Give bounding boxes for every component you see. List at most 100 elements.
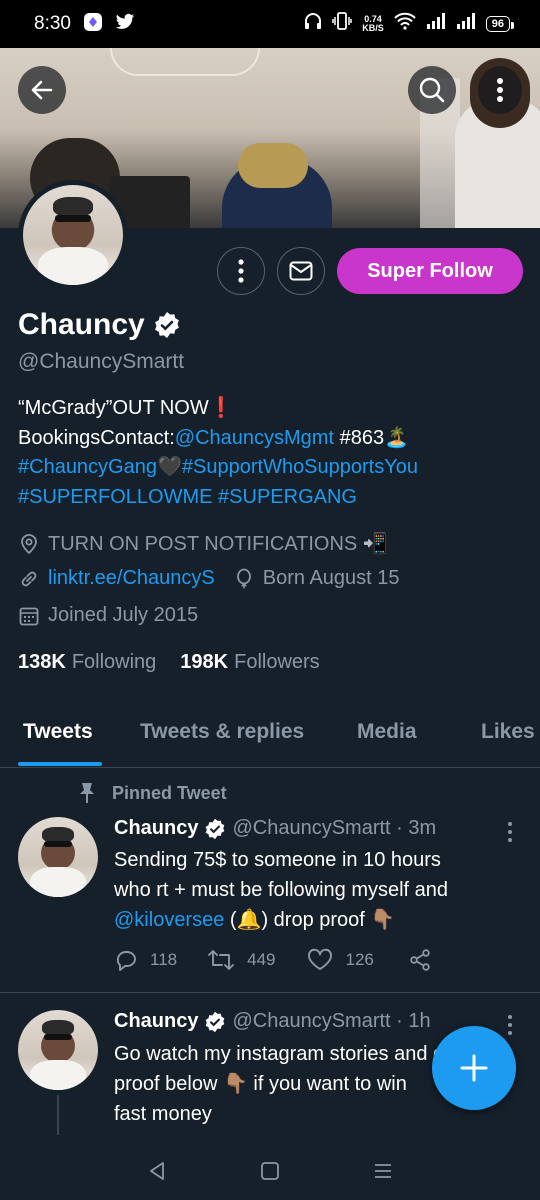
- envelope-icon: [289, 261, 313, 281]
- active-tab-indicator: [18, 762, 102, 766]
- status-icons: 0.74 KB/S 96: [304, 12, 515, 35]
- display-name-text: Chauncy: [18, 308, 145, 341]
- search-icon: [419, 77, 445, 103]
- retweet-button[interactable]: 449: [207, 948, 275, 972]
- bio-line-3: #ChauncyGang🖤#SupportWhoSupportsYou: [18, 453, 528, 483]
- hashtag-link[interactable]: #SUPERFOLLOWME: [18, 486, 212, 508]
- tab-media[interactable]: Media: [357, 720, 417, 744]
- app-notification-icon: [83, 12, 103, 37]
- balloon-icon: [236, 568, 251, 588]
- status-time: 8:30: [34, 13, 71, 34]
- profile-link-row: linktr.ee/ChauncyS Born August 15: [18, 567, 400, 590]
- bio-text: BookingsContact:: [18, 426, 175, 449]
- following-link[interactable]: 138K Following: [18, 651, 156, 674]
- more-options-button[interactable]: [217, 247, 265, 295]
- more-vertical-icon: [497, 78, 503, 102]
- hashtag-link[interactable]: #SupportWhoSupportsYou: [182, 456, 418, 478]
- tab-likes[interactable]: Likes: [481, 720, 535, 744]
- reply-button[interactable]: 118: [114, 948, 177, 972]
- tweet-text-line: @kiloversee (🔔) drop proof 👇🏽: [114, 905, 514, 935]
- calendar-icon: [19, 607, 39, 625]
- bio-line-1: “McGrady”OUT NOW❗: [18, 397, 234, 419]
- profile-handle: @ChauncySmartt: [18, 350, 185, 373]
- banner-lamp: [110, 48, 260, 76]
- profile-location-row: TURN ON POST NOTIFICATIONS 📲: [18, 531, 388, 556]
- vibrate-icon: [332, 12, 352, 35]
- network-speed: 0.74 KB/S: [362, 14, 384, 33]
- thread-connector-line: [57, 1095, 59, 1135]
- tweet-text-line: who rt + must be following myself and: [114, 879, 449, 901]
- following-label: Following: [71, 651, 157, 673]
- signal-icon: [426, 13, 446, 34]
- profile-joined-row: Joined July 2015: [18, 604, 198, 627]
- profile-bio: “McGrady”OUT NOW❗ BookingsContact:@Chaun…: [18, 394, 528, 512]
- verified-badge-icon: [154, 312, 179, 338]
- bio-line-4: #SUPERFOLLOWME #SUPERGANG: [18, 483, 528, 513]
- share-button[interactable]: [408, 948, 432, 972]
- tweet-author-name[interactable]: Chauncy: [114, 817, 198, 840]
- profile-joined-date: Joined July 2015: [48, 604, 199, 626]
- like-button[interactable]: 126: [307, 948, 374, 972]
- reply-icon: [116, 951, 136, 971]
- profile-website-link[interactable]: linktr.ee/ChauncyS: [48, 567, 215, 590]
- tweet-text: Sending 75$ to someone in 10 hours who r…: [114, 845, 514, 935]
- twitter-bird-icon: [115, 13, 135, 36]
- tweet-divider: [0, 992, 540, 993]
- followers-count: 198K: [180, 651, 229, 673]
- tweet-text-tail: (🔔) drop proof 👇🏽: [224, 909, 396, 931]
- retweet-icon: [208, 950, 235, 970]
- following-count: 138K: [18, 651, 66, 673]
- tweet-more-button[interactable]: [500, 1013, 520, 1037]
- pinned-label-text: Pinned Tweet: [112, 782, 227, 803]
- retweet-count: 449: [247, 950, 276, 969]
- followers-link[interactable]: 198K Followers: [180, 651, 319, 674]
- compose-tweet-button[interactable]: [432, 1026, 516, 1110]
- tweet-header: Chauncy @ChauncySmartt · 3m: [114, 817, 436, 840]
- tab-tweets[interactable]: Tweets: [23, 720, 93, 744]
- hashtag-link[interactable]: #ChauncyGang: [18, 456, 157, 478]
- pinned-tweet-label: Pinned Tweet: [78, 782, 227, 804]
- super-follow-button[interactable]: Super Follow: [337, 248, 523, 294]
- bio-text-tail: #863🏝️: [334, 426, 409, 449]
- tweet-header: Chauncy @ChauncySmartt · 1h: [114, 1010, 431, 1033]
- follow-counts: 138K Following 198K Followers: [18, 651, 320, 674]
- tab-tweets-and-replies[interactable]: Tweets & replies: [140, 720, 304, 744]
- more-vertical-icon: [238, 259, 244, 283]
- message-button[interactable]: [277, 247, 325, 295]
- profile-location: TURN ON POST NOTIFICATIONS 📲: [48, 533, 388, 555]
- bio-line-2: BookingsContact:@ChauncysMgmt #863🏝️: [18, 424, 528, 454]
- tweet-author-name[interactable]: Chauncy: [114, 1010, 198, 1033]
- overflow-menu-button[interactable]: [478, 66, 522, 114]
- profile-birthday: Born August 15: [262, 567, 400, 589]
- home-square-icon[interactable]: [259, 1160, 281, 1182]
- hashtag-link[interactable]: #SUPERGANG: [218, 486, 357, 508]
- search-button[interactable]: [408, 66, 456, 114]
- share-icon: [410, 949, 430, 971]
- status-bar: 8:30 0.74 KB/S 96: [0, 0, 540, 48]
- back-triangle-icon[interactable]: [146, 1160, 168, 1182]
- battery-indicator: 96: [485, 15, 515, 32]
- plus-icon: [460, 1054, 488, 1082]
- tweet-avatar-image: [18, 817, 98, 897]
- tweet-text-line: Sending 75$ to someone in 10 hours: [114, 849, 441, 871]
- black-heart-emoji: 🖤: [156, 456, 182, 478]
- signal-icon-2: [456, 13, 476, 34]
- tweet-handle-time: @ChauncySmartt · 1h: [232, 1010, 431, 1032]
- system-nav-bar: [0, 1142, 540, 1200]
- link-icon: [21, 571, 37, 586]
- heart-icon: [308, 948, 333, 970]
- followers-label: Followers: [234, 651, 320, 673]
- verified-badge-icon: [206, 1011, 225, 1032]
- tweet-handle-time: @ChauncySmartt · 3m: [232, 817, 437, 839]
- pin-icon: [80, 783, 94, 803]
- tweet-mention-link[interactable]: @kiloversee: [114, 909, 224, 931]
- tweet-avatar[interactable]: [18, 1010, 98, 1090]
- tweet-more-button[interactable]: [500, 820, 520, 844]
- wifi-icon: [394, 12, 416, 35]
- tweet-avatar[interactable]: [18, 817, 98, 897]
- profile-avatar[interactable]: [18, 180, 128, 290]
- recents-menu-icon[interactable]: [372, 1160, 394, 1182]
- bio-mention-link[interactable]: @ChauncysMgmt: [175, 427, 334, 449]
- headphones-icon: [304, 12, 322, 35]
- back-button[interactable]: [18, 66, 66, 114]
